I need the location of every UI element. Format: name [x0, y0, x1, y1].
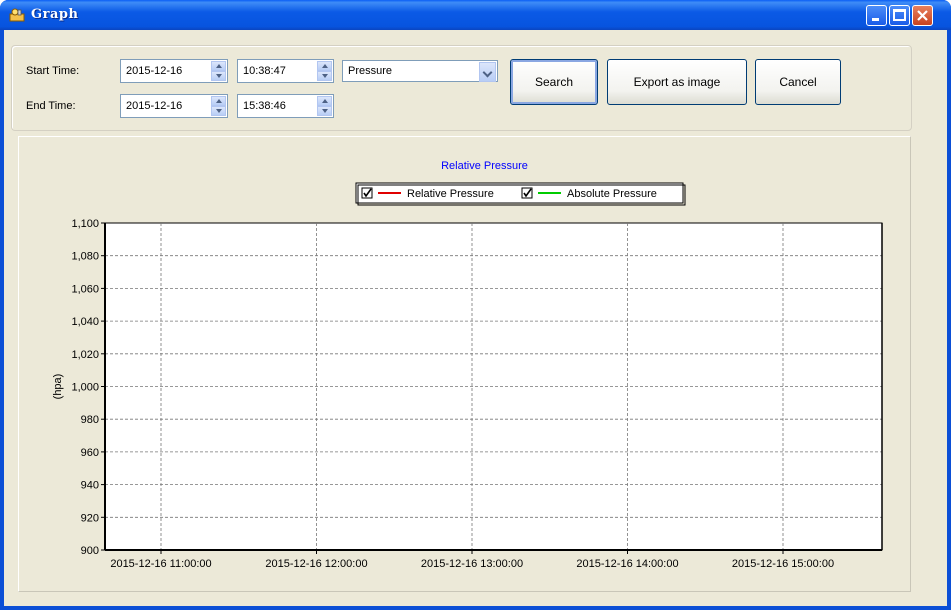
end-date-spinner[interactable]: [211, 96, 226, 116]
y-tick-label: 940: [81, 480, 99, 492]
start-time-value: 10:38:47: [243, 65, 286, 77]
y-tick-label: 920: [81, 512, 99, 524]
start-time-spinner[interactable]: [317, 61, 332, 81]
measure-select[interactable]: Pressure: [342, 60, 498, 82]
graph-window: Graph Start Time: End Time: 2015-12-16 1…: [0, 0, 951, 610]
end-date-picker[interactable]: 2015-12-16: [120, 94, 228, 118]
start-time-label: Start Time:: [26, 65, 80, 77]
filter-panel: Start Time: End Time: 2015-12-16 10:38:4…: [11, 45, 912, 131]
chevron-down-icon[interactable]: [479, 62, 496, 82]
spin-down-icon[interactable]: [211, 71, 226, 81]
cancel-button[interactable]: Cancel: [755, 59, 841, 105]
spin-down-icon[interactable]: [317, 106, 332, 116]
x-tick-label: 2015-12-16 14:00:00: [576, 558, 678, 570]
spin-down-icon[interactable]: [317, 71, 332, 81]
spin-up-icon[interactable]: [317, 96, 332, 106]
start-date-value: 2015-12-16: [126, 65, 183, 77]
end-time-spinner[interactable]: [317, 96, 332, 116]
close-button[interactable]: [912, 5, 933, 26]
y-tick-label: 1,020: [71, 349, 99, 361]
maximize-icon: [893, 9, 906, 21]
maximize-button[interactable]: [889, 5, 910, 26]
app-icon: [9, 8, 25, 22]
y-tick-label: 1,100: [71, 218, 99, 230]
close-icon: [917, 10, 928, 21]
spin-up-icon[interactable]: [317, 61, 332, 71]
export-image-button[interactable]: Export as image: [607, 59, 747, 105]
end-time-value: 15:38:46: [243, 100, 286, 112]
legend-label: Relative Pressure: [407, 188, 494, 200]
minimize-icon: [872, 18, 879, 21]
y-tick-label: 900: [81, 545, 99, 557]
y-tick-label: 980: [81, 414, 99, 426]
x-tick-label: 2015-12-16 12:00:00: [265, 558, 367, 570]
end-time-label: End Time:: [26, 100, 76, 112]
end-date-value: 2015-12-16: [126, 100, 183, 112]
y-tick-label: 1,000: [71, 382, 99, 394]
x-tick-label: 2015-12-16 13:00:00: [421, 558, 523, 570]
y-axis-label: (hpa): [52, 374, 64, 400]
y-tick-label: 1,060: [71, 283, 99, 295]
minimize-button[interactable]: [866, 5, 887, 26]
spin-up-icon[interactable]: [211, 96, 226, 106]
spin-down-icon[interactable]: [211, 106, 226, 116]
end-time-picker[interactable]: 15:38:46: [237, 94, 334, 118]
legend-label: Absolute Pressure: [567, 188, 657, 200]
start-date-picker[interactable]: 2015-12-16: [120, 59, 228, 83]
client-area: Start Time: End Time: 2015-12-16 10:38:4…: [4, 30, 947, 606]
y-tick-label: 960: [81, 447, 99, 459]
start-date-spinner[interactable]: [211, 61, 226, 81]
start-time-picker[interactable]: 10:38:47: [237, 59, 334, 83]
y-tick-label: 1,080: [71, 251, 99, 263]
title-bar[interactable]: Graph: [0, 0, 951, 30]
x-tick-label: 2015-12-16 11:00:00: [110, 558, 211, 570]
search-button[interactable]: Search: [510, 59, 598, 105]
chart-title: Relative Pressure: [441, 160, 528, 172]
window-title: Graph: [31, 7, 79, 22]
y-tick-label: 1,040: [71, 316, 99, 328]
spin-up-icon[interactable]: [211, 61, 226, 71]
pressure-chart: Relative Pressure Relative Pressure Absolu…: [52, 160, 883, 570]
measure-select-value: Pressure: [348, 65, 393, 77]
x-tick-label: 2015-12-16 15:00:00: [732, 558, 834, 570]
chart-panel: Relative Pressure Relative Pressure Absolu…: [18, 136, 911, 592]
